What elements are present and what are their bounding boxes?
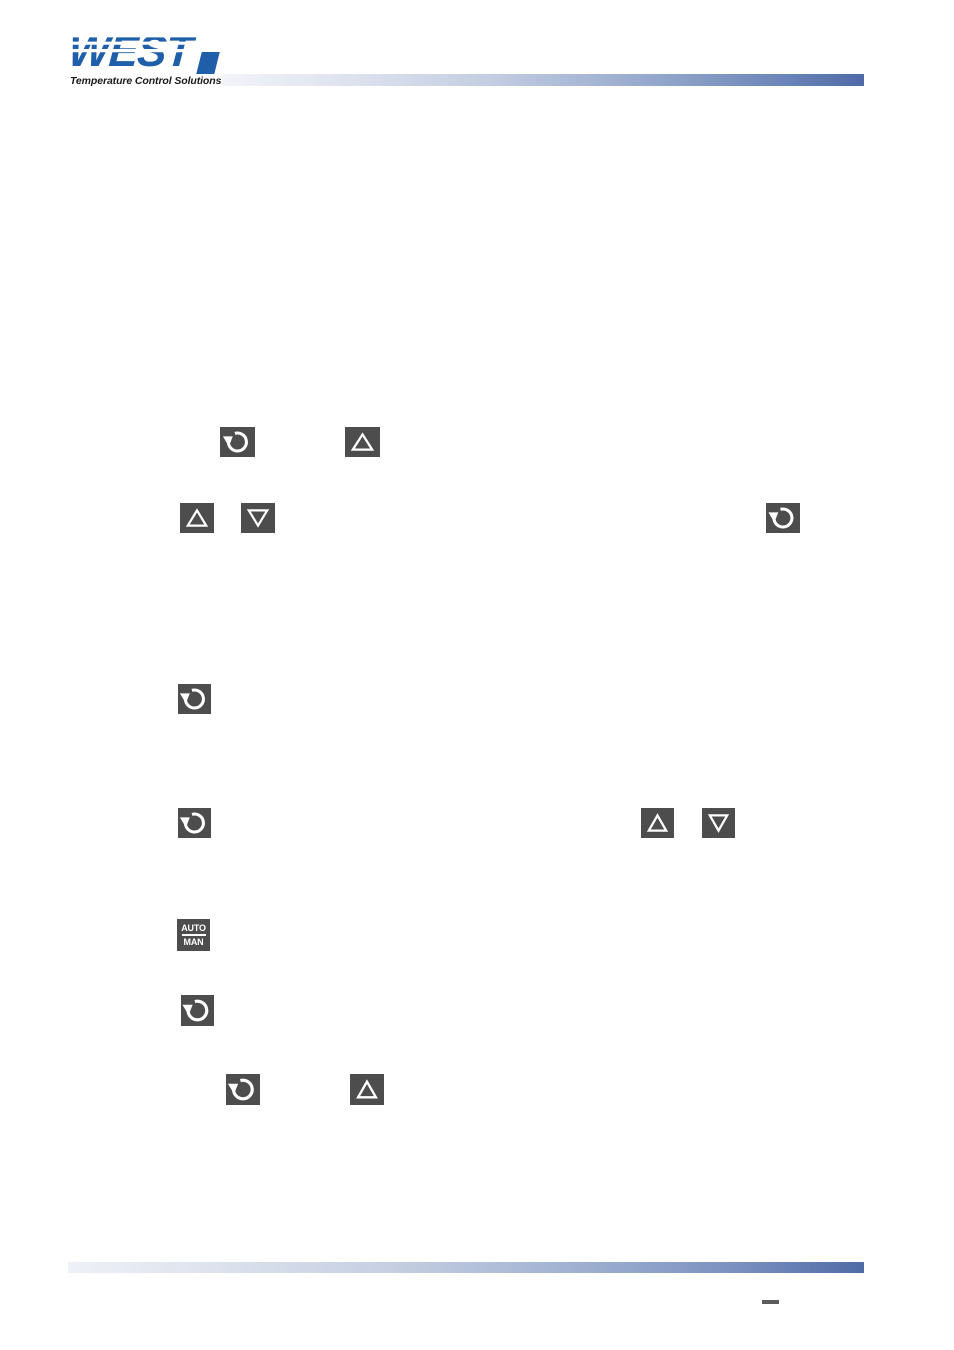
header-gradient-rule [222,74,864,86]
up-icon[interactable] [345,427,380,457]
page-header: WEST Temperature Control Solutions [0,0,954,110]
up-icon[interactable] [641,808,674,838]
scroll-icon[interactable] [178,808,211,838]
footer-gradient-rule [68,1262,864,1273]
document-page: WEST Temperature Control Solutions AUTO M… [0,0,954,1350]
scroll-icon[interactable] [181,995,214,1026]
down-icon[interactable] [702,808,735,838]
man-label: MAN [183,936,204,947]
west-tagline: Temperature Control Solutions [70,75,222,87]
auto-man-key[interactable]: AUTO MAN [177,919,210,951]
scroll-icon[interactable] [766,503,800,533]
scroll-icon[interactable] [178,684,211,714]
svg-text:WEST: WEST [68,30,197,74]
page-number-mark [762,1300,779,1304]
down-icon[interactable] [241,503,275,533]
up-icon[interactable] [350,1074,384,1105]
auto-label: AUTO [181,922,206,933]
scroll-icon[interactable] [226,1074,260,1105]
up-icon[interactable] [180,503,214,533]
scroll-icon[interactable] [220,427,255,457]
